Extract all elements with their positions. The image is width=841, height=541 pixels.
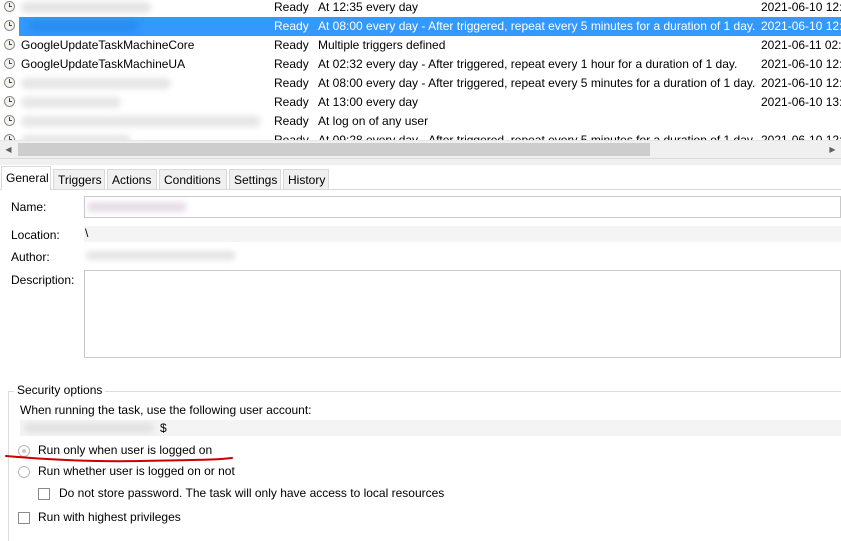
tab-actions[interactable]: Actions — [107, 169, 157, 189]
clock-icon — [4, 77, 15, 88]
description-label: Description: — [11, 273, 75, 287]
task-status: Ready — [274, 19, 309, 33]
task-row[interactable]: Ready At 08:00 every day - After trigger… — [0, 74, 841, 93]
task-next-run: 2021-06-10 12:2 — [761, 76, 841, 90]
tab-history[interactable]: History — [283, 169, 329, 189]
triangle-right-icon[interactable]: ▶ — [824, 141, 841, 158]
task-trigger: At log on of any user — [318, 114, 429, 128]
radio-run-whether-logged-on[interactable] — [18, 466, 30, 478]
tab-conditions[interactable]: Conditions — [159, 169, 227, 189]
task-trigger: At 13:00 every day — [318, 95, 419, 109]
author-field — [84, 248, 841, 264]
task-row[interactable]: GoogleUpdateTaskMachineCore Ready Multip… — [0, 36, 841, 55]
tab-triggers[interactable]: Triggers — [53, 169, 105, 189]
task-trigger: At 02:32 every day - After triggered, re… — [318, 57, 738, 71]
pane-splitter[interactable] — [0, 158, 841, 165]
checkbox-do-not-store-password[interactable] — [38, 488, 50, 500]
task-name-cell — [19, 112, 261, 131]
task-next-run: 2021-06-10 13:0 — [761, 95, 841, 109]
run-whether-label[interactable]: Run whether user is logged on or not — [38, 464, 235, 478]
task-status: Ready — [274, 76, 309, 90]
task-next-run: 2021-06-10 12:3 — [761, 133, 841, 140]
task-row[interactable]: Ready At log on of any user — [0, 112, 841, 131]
task-status: Ready — [274, 38, 309, 52]
user-account-suffix: $ — [160, 421, 167, 435]
task-next-run: 2021-06-10 12:35 — [761, 0, 841, 14]
task-row[interactable]: Ready At 13:00 every day 2021-06-10 13:0 — [0, 93, 841, 112]
task-status: Ready — [274, 0, 309, 14]
location-value: \ — [85, 226, 89, 240]
location-label: Location: — [11, 228, 60, 242]
task-next-run: 2021-06-10 12:2 — [761, 19, 841, 33]
task-name-cell — [19, 0, 151, 17]
name-field[interactable] — [84, 196, 841, 218]
task-name-cell — [19, 17, 272, 36]
red-underline-annotation — [5, 455, 233, 463]
description-field[interactable] — [84, 270, 841, 358]
clock-icon — [4, 39, 15, 50]
task-row[interactable]: GoogleUpdateTaskMachineUA Ready At 02:32… — [0, 55, 841, 74]
task-name-cell: GoogleUpdateTaskMachineUA — [21, 57, 186, 71]
task-status: Ready — [274, 95, 309, 109]
task-trigger: At 12:35 every day — [318, 0, 419, 14]
name-label: Name: — [11, 200, 47, 214]
task-row-selected[interactable]: Ready At 08:00 every day - After trigger… — [0, 17, 841, 36]
task-trigger: At 08:00 every day - After triggered, re… — [318, 19, 756, 33]
task-trigger: At 08:00 every day - After triggered, re… — [318, 76, 756, 90]
task-row[interactable]: Ready At 12:35 every day 2021-06-10 12:3… — [0, 0, 841, 17]
task-trigger: At 09:28 every day - After triggered, re… — [318, 133, 756, 140]
author-label: Author: — [11, 250, 50, 264]
horizontal-scrollbar[interactable]: ◀ ▶ — [0, 140, 841, 158]
checkbox-highest-privileges[interactable] — [18, 512, 30, 524]
security-options-title: Security options — [14, 383, 106, 397]
clock-icon — [4, 20, 15, 31]
task-name-cell — [19, 93, 121, 112]
tab-settings[interactable]: Settings — [229, 169, 281, 189]
scrollbar-track[interactable] — [652, 143, 822, 156]
clock-icon — [4, 58, 15, 69]
scrollbar-thumb[interactable] — [18, 143, 650, 156]
task-status: Ready — [274, 114, 309, 128]
task-status: Ready — [274, 133, 309, 140]
task-name-cell — [19, 131, 131, 140]
user-account-field: $ — [20, 420, 841, 436]
location-field: \ — [84, 226, 841, 242]
task-name-cell: GoogleUpdateTaskMachineCore — [21, 38, 195, 52]
task-next-run: 2021-06-11 02:3 — [761, 38, 841, 52]
clock-icon — [4, 1, 15, 12]
task-row[interactable]: Ready At 09:28 every day - After trigger… — [0, 131, 841, 140]
account-prompt: When running the task, use the following… — [20, 403, 312, 417]
triangle-left-icon[interactable]: ◀ — [0, 141, 17, 158]
task-next-run: 2021-06-10 12:3 — [761, 57, 841, 71]
task-list: Ready At 12:35 every day 2021-06-10 12:3… — [0, 0, 841, 140]
task-trigger: Multiple triggers defined — [318, 38, 446, 52]
task-status: Ready — [274, 57, 309, 71]
task-name-cell — [19, 74, 171, 93]
clock-icon — [4, 96, 15, 107]
tab-strip: General Triggers Actions Conditions Sett… — [0, 166, 841, 190]
highest-privileges-label[interactable]: Run with highest privileges — [38, 510, 181, 524]
clock-icon — [4, 115, 15, 126]
do-not-store-password-label[interactable]: Do not store password. The task will onl… — [59, 486, 444, 500]
general-panel: Name: Location: \ Author: Description: S… — [0, 190, 841, 541]
tab-general[interactable]: General — [1, 166, 51, 190]
